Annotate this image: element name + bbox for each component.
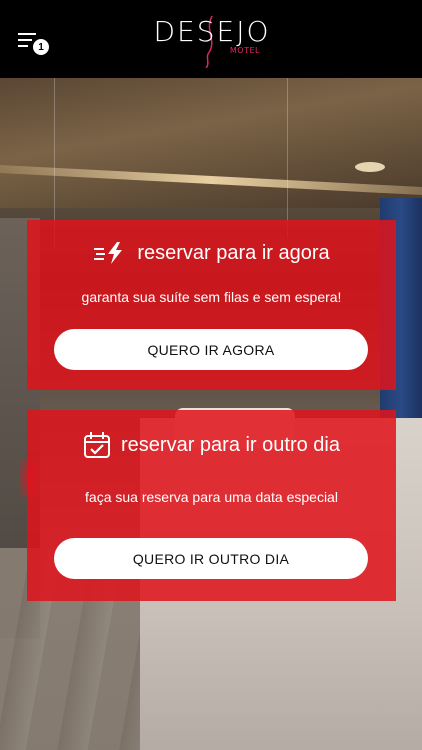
card-other-day-title: reservar para ir outro dia: [121, 433, 340, 456]
menu-button[interactable]: 1: [16, 30, 50, 56]
card-other-day-subtitle: faça sua reserva para uma data especial: [85, 489, 338, 505]
card-go-now-title: reservar para ir agora: [137, 241, 330, 264]
calendar-check-icon: [84, 432, 110, 458]
card-other-day-header: reservar para ir outro dia: [27, 428, 396, 462]
notification-badge: 1: [32, 38, 50, 56]
logo-sub-text: MOTEL: [229, 46, 260, 55]
card-go-now-subtitle: garanta sua suíte sem filas e sem espera…: [81, 289, 342, 305]
app-header: 1 DESEJO MOTEL: [0, 0, 422, 78]
logo: DESEJO MOTEL: [150, 12, 274, 68]
fast-bolt-icon: [94, 242, 123, 264]
card-go-now: reservar para ir agora garanta sua suíte…: [27, 220, 396, 390]
go-other-day-button[interactable]: QUERO IR OUTRO DIA: [54, 538, 368, 579]
card-other-day: reservar para ir outro dia faça sua rese…: [27, 410, 396, 601]
card-go-now-header: reservar para ir agora: [27, 236, 396, 270]
go-now-button[interactable]: QUERO IR AGORA: [54, 329, 368, 370]
